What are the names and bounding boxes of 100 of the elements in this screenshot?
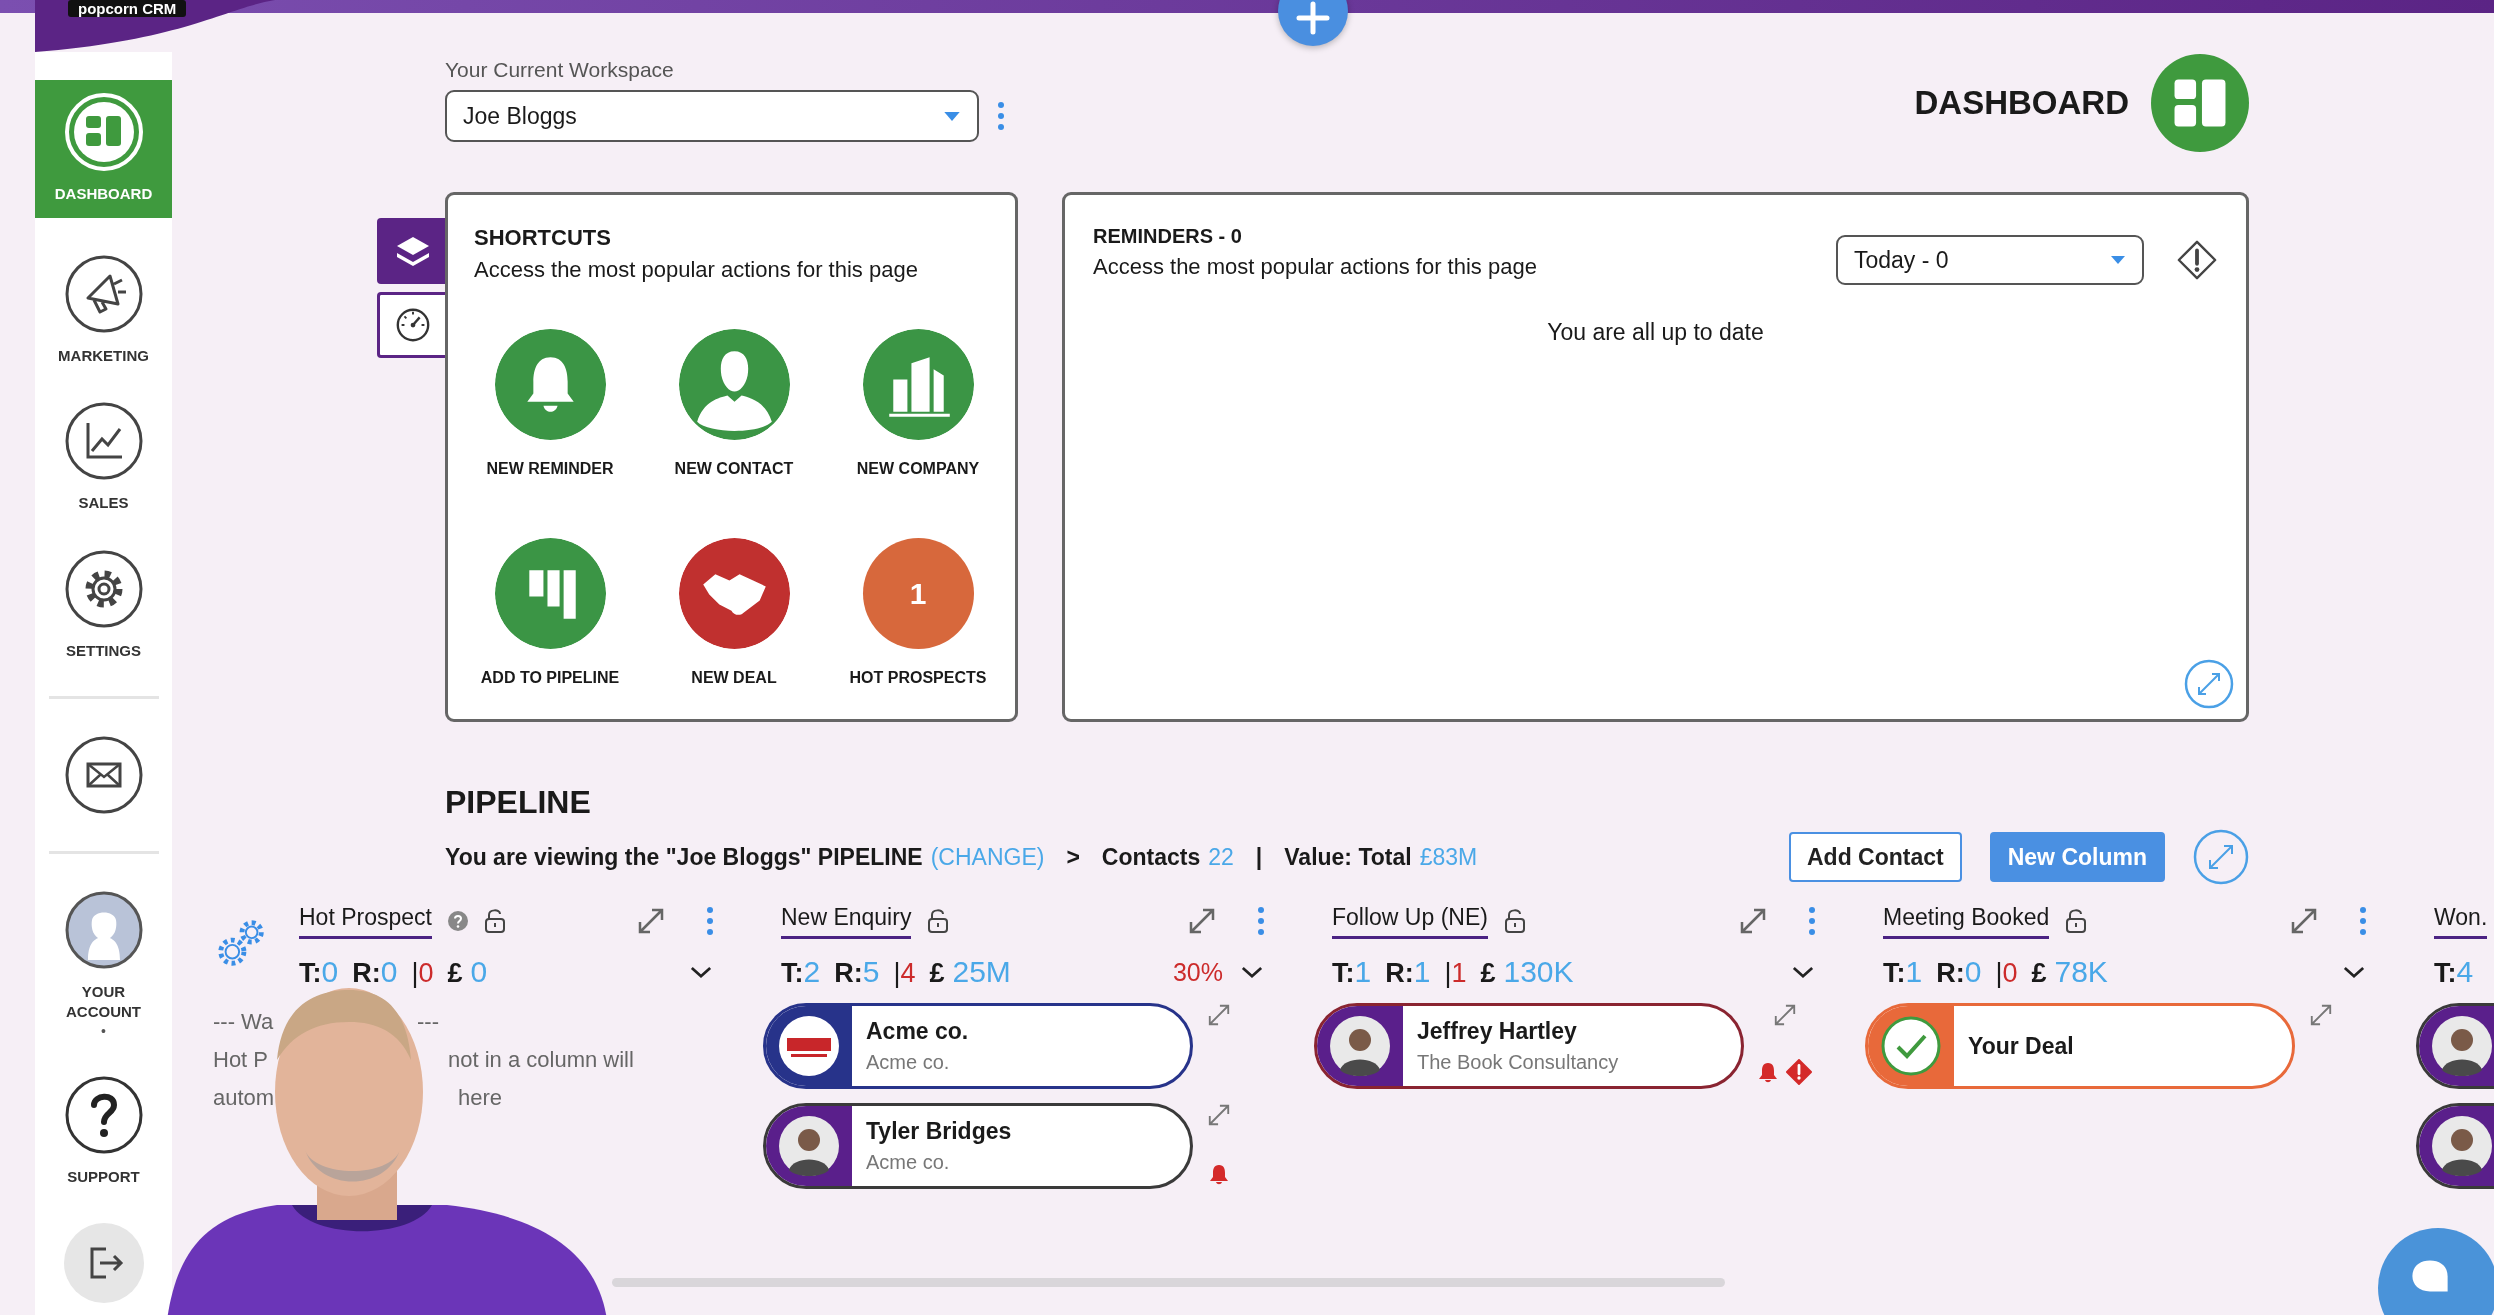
kebab-icon[interactable]	[1257, 906, 1265, 936]
field-label: Your Current Workspace	[445, 58, 675, 82]
sidebar-label: SALES	[77, 493, 130, 513]
hint-text: Hot P	[213, 1047, 270, 1073]
resize-icon[interactable]	[2309, 1003, 2333, 1027]
count-badge: 1	[862, 538, 974, 649]
hint-text: --- Wa	[213, 1009, 275, 1035]
column-title: New Enquiry	[781, 903, 912, 939]
column-stats: T:0 R:0 |0 £ 0	[299, 955, 488, 989]
sidebar-item[interactable]: SALES	[47, 401, 160, 513]
logout-icon	[63, 1222, 144, 1303]
deal-card[interactable]: Jeffrey Hartley The Book Consultancy	[1314, 1003, 1744, 1089]
deal-name: Acme co.	[866, 1018, 969, 1045]
scrollbar-thumb[interactable]	[612, 1278, 1725, 1287]
sidebar-item[interactable]: MARKETING	[47, 253, 160, 365]
kebab-icon[interactable]	[2359, 906, 2367, 936]
chevron-icon[interactable]	[1792, 965, 1814, 979]
kebab-icon[interactable]	[997, 101, 1005, 131]
padlock-icon[interactable]	[2065, 908, 2088, 934]
deal-name: Tyler Bridges	[866, 1118, 1012, 1145]
avatar-icon	[2432, 1016, 2492, 1076]
mail-icon	[63, 735, 144, 815]
sidebar-item[interactable]: DASHBOARD	[35, 80, 172, 218]
column-stats: T:4	[2434, 955, 2474, 989]
caret-icon	[943, 110, 961, 122]
logo-icon	[779, 1016, 839, 1076]
deal-card[interactable]: Acme co. Acme co.	[763, 1003, 1193, 1089]
workspace-dropdown[interactable]: Joe Bloggs	[445, 90, 979, 142]
help-icon[interactable]	[447, 911, 468, 931]
column-stats: T:1 R:1 |1 £ 130K	[1332, 955, 1574, 989]
hint-text: autom	[213, 1085, 276, 1111]
pipeline-info: You are viewing the "Joe Bloggs" PIPELINE	[445, 843, 923, 871]
help-icon	[63, 1075, 144, 1155]
padlock-icon[interactable]	[927, 908, 950, 934]
card-subtitle: Access the most popular actions for this page	[1093, 254, 1538, 280]
resize-icon[interactable]	[1207, 1003, 1231, 1027]
column-title: Meeting Booked	[1883, 903, 2050, 939]
section-title: PIPELINE	[445, 784, 591, 820]
hint-text: not in a column will	[448, 1047, 634, 1073]
padlock-icon[interactable]	[1503, 908, 1526, 934]
dashboard-icon	[63, 92, 144, 172]
add-contact-button[interactable]: Add Contact	[1789, 832, 1962, 882]
sidebar-item[interactable]	[63, 1222, 144, 1303]
chevron-icon[interactable]	[690, 965, 712, 979]
sidebar-item[interactable]: YOUR ACCOUNT •	[47, 890, 160, 1039]
status-dot: •	[101, 1023, 106, 1039]
column-title: Hot Prospect	[299, 903, 432, 939]
shortcut-button[interactable]: NEW CONTACT	[642, 329, 826, 478]
sidebar-item[interactable]	[63, 735, 144, 815]
card-title: SHORTCUTS	[474, 225, 612, 251]
kebab-icon[interactable]	[1808, 906, 1816, 936]
pipeline-stat: £83M	[1419, 843, 1478, 871]
empty-message: You are all up to date	[1547, 319, 1764, 346]
resize-icon[interactable]	[1187, 906, 1217, 936]
bell-icon[interactable]	[1209, 1163, 1229, 1185]
alert-icon[interactable]	[1786, 1059, 1812, 1085]
column-title: Won.	[2434, 903, 2488, 939]
shortcut-button[interactable]: 1 HOT PROSPECTS	[826, 538, 1010, 687]
column-title: Follow Up (NE)	[1332, 903, 1488, 939]
check-icon	[1881, 1016, 1941, 1076]
sidebar-label: SUPPORT	[66, 1167, 141, 1187]
page-title: DASHBOARD	[1914, 84, 2129, 122]
resize-icon[interactable]	[636, 906, 666, 936]
avatar-icon	[63, 890, 144, 970]
separator: >	[1066, 843, 1080, 871]
app-name: popcorn CRM	[68, 0, 187, 17]
resize-icon[interactable]	[1207, 1103, 1231, 1127]
company-name: Acme co.	[866, 1051, 951, 1074]
column-stats: T:2 R:5 |4 £ 25M	[781, 955, 1011, 989]
column-stats: T:1 R:0 |0 £ 78K	[1883, 955, 2108, 989]
deal-card[interactable]: Tyler Bridges Acme co.	[763, 1103, 1193, 1189]
pipeline-info: Contacts	[1101, 843, 1201, 871]
shortcut-button[interactable]: NEW COMPANY	[826, 329, 1010, 478]
company-name: Acme co.	[866, 1151, 951, 1174]
chevron-icon[interactable]	[1241, 965, 1263, 979]
alert-icon[interactable]	[2176, 239, 2218, 281]
kebab-icon[interactable]	[706, 906, 714, 936]
sidebar-item[interactable]: SUPPORT	[47, 1075, 160, 1187]
filter-dropdown[interactable]: Today - 0	[1836, 235, 2144, 285]
side-tab[interactable]	[377, 292, 445, 358]
company-name: The Book Consultancy	[1417, 1051, 1619, 1074]
sidebar-item[interactable]: SETTINGS	[47, 548, 160, 660]
resize-icon[interactable]	[2289, 906, 2319, 936]
resize-icon[interactable]	[1773, 1003, 1797, 1027]
deal-name: Jeffrey Hartley	[1417, 1018, 1578, 1045]
caret-icon	[2110, 255, 2126, 265]
deal-card[interactable]: Your Deal	[1865, 1003, 2295, 1089]
avatar-icon	[2432, 1116, 2492, 1176]
dashboard-icon	[2151, 54, 2249, 152]
resize-icon[interactable]	[1738, 906, 1768, 936]
shortcut-button[interactable]: ADD TO PIPELINE	[458, 538, 642, 687]
shortcut-button[interactable]: NEW DEAL	[642, 538, 826, 687]
chevron-icon[interactable]	[2343, 965, 2365, 979]
bell-icon[interactable]	[1758, 1061, 1778, 1083]
side-tab[interactable]	[377, 218, 445, 284]
pipeline-stat: 22	[1208, 843, 1234, 871]
padlock-icon[interactable]	[483, 908, 506, 934]
shortcut-button[interactable]: NEW REMINDER	[458, 329, 642, 478]
expand-icon[interactable]	[2184, 659, 2234, 709]
sidebar-label: DASHBOARD	[53, 184, 154, 204]
